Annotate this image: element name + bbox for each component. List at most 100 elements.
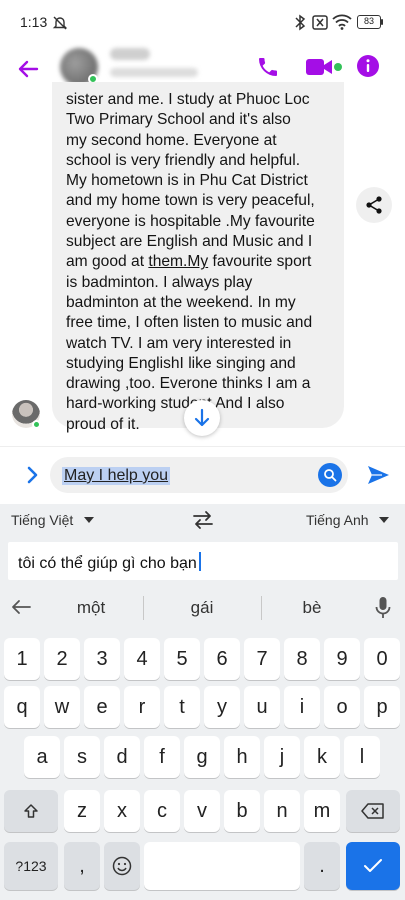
message-input-text[interactable]: May I help you [62,467,171,485]
key-9[interactable]: 9 [324,638,360,680]
checkmark-icon [364,859,382,872]
key-a[interactable]: a [24,736,60,778]
emoji-icon [112,856,132,876]
phone-icon[interactable] [256,55,280,79]
key-5[interactable]: 5 [164,638,200,680]
contact-name-blurred [110,48,150,60]
key-0[interactable]: 0 [364,638,400,680]
scroll-to-bottom-button[interactable] [184,400,220,436]
message-line: my second home. Everyone at [66,131,277,149]
search-button[interactable] [318,463,342,487]
key-6[interactable]: 6 [204,638,240,680]
status-time: 1:13 [20,14,48,30]
swap-languages-icon[interactable] [191,510,215,530]
symbols-key[interactable]: ?123 [4,842,58,890]
chevron-right-icon[interactable] [22,463,42,487]
emoji-key[interactable] [104,842,140,890]
translated-text: tôi có thể giúp gì cho bạn [18,555,197,572]
message-line: everyone is hospitable .My favourite [66,212,315,230]
key-d[interactable]: d [104,736,140,778]
translate-input-text[interactable]: tôi có thể giúp gì cho bạn [18,552,201,573]
shift-icon [24,804,38,818]
key-k[interactable]: k [304,736,340,778]
message-line: am good at them.My favourite sport [66,252,338,272]
message-line: sister and me. I study at Phuoc Loc [66,91,310,108]
key-7[interactable]: 7 [244,638,280,680]
key-e[interactable]: e [84,686,120,728]
key-m[interactable]: m [304,790,340,832]
key-z[interactable]: z [64,790,100,832]
key-s[interactable]: s [64,736,100,778]
suggestion-divider [143,596,144,620]
suggestion-strip: một gái bè [0,588,405,628]
sender-online-indicator [32,420,41,429]
key-i[interactable]: i [284,686,320,728]
key-t[interactable]: t [164,686,200,728]
message-line: studying EnglishI like singing and [66,354,296,372]
key-w[interactable]: w [44,686,80,728]
key-q[interactable]: q [4,686,40,728]
key-r[interactable]: r [124,686,160,728]
key-c[interactable]: c [144,790,180,832]
message-line: subject are English and Music and I [66,233,313,251]
status-bar: 1:13 83 [0,0,405,44]
message-line: Two Primary School and it's also [66,111,291,129]
back-arrow-icon[interactable] [16,57,40,81]
key-l[interactable]: l [344,736,380,778]
backspace-key[interactable] [346,790,400,832]
comma-key[interactable]: , [64,842,100,890]
mute-icon [52,16,68,30]
back-arrow-icon[interactable] [10,598,32,616]
enter-key[interactable] [346,842,400,890]
key-2[interactable]: 2 [44,638,80,680]
message-composer: May I help you [0,446,405,504]
period-key[interactable]: . [304,842,340,890]
share-button[interactable] [356,187,392,223]
keyboard: 1 2 3 4 5 6 7 8 9 0 q w e r t y u i o p … [0,628,405,900]
source-language-select[interactable]: Tiếng Việt [11,512,95,528]
key-f[interactable]: f [144,736,180,778]
suggestion-item[interactable]: bè [272,598,352,618]
conversation-area[interactable]: sister and me. I study at Phuoc Loc Two … [0,82,405,446]
key-p[interactable]: p [364,686,400,728]
battery-tip [381,19,383,25]
key-4[interactable]: 4 [124,638,160,680]
suggestion-item[interactable]: gái [162,598,242,618]
video-icon[interactable] [305,56,343,78]
microphone-icon[interactable] [374,596,392,620]
message-line: and my home town is very peaceful, [66,192,315,210]
key-x[interactable]: x [104,790,140,832]
message-line: watch TV. I am very interested in [66,334,292,352]
message-line: free time, I often listen to music and [66,314,313,332]
search-icon [324,469,337,482]
arrow-down-icon [194,408,210,427]
info-icon[interactable] [356,54,380,78]
space-key[interactable] [144,842,300,890]
key-b[interactable]: b [224,790,260,832]
sim-icon [312,15,328,30]
message-link[interactable]: them.My [148,253,208,270]
key-o[interactable]: o [324,686,360,728]
key-8[interactable]: 8 [284,638,320,680]
wifi-icon [332,14,352,30]
message-text-segment: favourite sport [208,253,312,271]
key-v[interactable]: v [184,790,220,832]
key-j[interactable]: j [264,736,300,778]
key-1[interactable]: 1 [4,638,40,680]
key-g[interactable]: g [184,736,220,778]
send-icon[interactable] [366,463,390,487]
battery-icon: 83 [357,15,381,29]
message-line: is badminton. I always play [66,273,253,291]
bluetooth-icon [295,14,306,31]
shift-key[interactable] [4,790,58,832]
share-icon [366,196,382,214]
suggestion-item[interactable]: một [51,598,131,618]
key-u[interactable]: u [244,686,280,728]
caret-down-icon [84,517,95,523]
key-3[interactable]: 3 [84,638,120,680]
target-language-select[interactable]: Tiếng Anh [306,512,390,528]
text-cursor [198,552,201,571]
key-n[interactable]: n [264,790,300,832]
key-y[interactable]: y [204,686,240,728]
key-h[interactable]: h [224,736,260,778]
